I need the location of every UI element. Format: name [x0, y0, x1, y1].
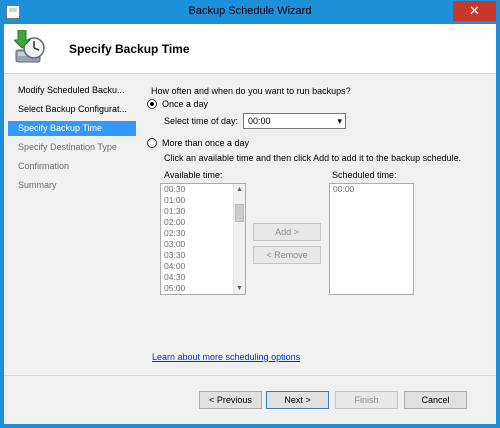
wizard-steps-nav: Modify Scheduled Backu... Select Backup … [4, 75, 137, 375]
title-bar[interactable]: Backup Schedule Wizard ✕ [0, 0, 500, 24]
page-heading: Specify Backup Time [69, 42, 190, 56]
more-than-once-radio[interactable] [147, 138, 157, 148]
scroll-thumb[interactable] [235, 204, 244, 222]
add-time-instruction: Click an available time and then click A… [164, 153, 462, 163]
backup-schedule-icon [14, 30, 45, 63]
schedule-question: How often and when do you want to run ba… [151, 86, 351, 96]
add-button[interactable]: Add > [253, 223, 321, 241]
wizard-content: How often and when do you want to run ba… [144, 75, 492, 375]
cancel-button[interactable]: Cancel [404, 391, 467, 409]
footer-divider [4, 375, 496, 376]
once-a-day-radio[interactable] [147, 99, 157, 109]
available-time-list[interactable]: 00:30 01:00 01:30 02:00 02:30 03:00 03:3… [160, 183, 246, 295]
once-a-day-label[interactable]: Once a day [162, 99, 208, 109]
time-of-day-select[interactable]: 00:00 ▾ [243, 113, 346, 129]
nav-step-modify-scheduled-backup[interactable]: Modify Scheduled Backu... [8, 83, 136, 98]
available-time-label: Available time: [164, 170, 223, 180]
scroll-down-icon[interactable]: ▼ [234, 283, 245, 294]
nav-step-specify-backup-time[interactable]: Specify Backup Time [8, 121, 136, 136]
more-than-once-label[interactable]: More than once a day [162, 138, 249, 148]
scroll-up-icon[interactable]: ▲ [234, 184, 245, 195]
finish-button[interactable]: Finish [335, 391, 398, 409]
scheduled-time-label: Scheduled time: [332, 170, 397, 180]
remove-button[interactable]: < Remove [253, 246, 321, 264]
nav-step-summary: Summary [18, 180, 57, 190]
window-title: Backup Schedule Wizard [188, 5, 312, 17]
scheduling-options-link[interactable]: Learn about more scheduling options [152, 352, 300, 362]
time-of-day-value: 00:00 [248, 116, 271, 126]
next-button[interactable]: Next > [266, 391, 329, 409]
wizard-client: Specify Backup Time Modify Scheduled Bac… [4, 24, 496, 424]
close-button[interactable]: ✕ [453, 1, 496, 21]
list-item[interactable]: 00:00 [330, 184, 413, 195]
chevron-down-icon: ▾ [337, 116, 342, 126]
nav-step-confirmation: Confirmation [18, 161, 70, 171]
nav-step-select-backup-configuration[interactable]: Select Backup Configurat... [8, 102, 136, 117]
scheduled-time-list[interactable]: 00:00 [329, 183, 414, 295]
available-time-scrollbar[interactable]: ▲ ▼ [233, 184, 245, 294]
wizard-window: Backup Schedule Wizard ✕ Specify Backup … [0, 0, 500, 428]
time-of-day-label: Select time of day: [164, 116, 239, 126]
wizard-header: Specify Backup Time [4, 24, 496, 74]
previous-button[interactable]: < Previous [199, 391, 262, 409]
nav-step-specify-destination-type: Specify Destination Type [18, 142, 117, 152]
